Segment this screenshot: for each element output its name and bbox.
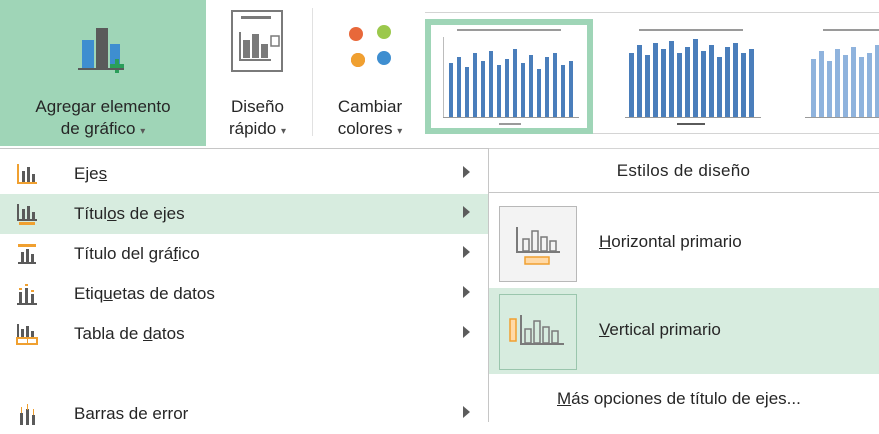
primary-horizontal-label: orizontal primario [611,232,742,251]
menu-item-chart-title[interactable]: Título del gráfico [0,234,488,274]
more-axis-title-options-link[interactable]: Más opciones de título de ejes... [557,389,801,409]
primary-horizontal-option[interactable]: Horizontal primario [489,200,879,286]
chart-style-thumbnail-2[interactable] [611,23,771,130]
chart-styles-gallery [425,12,879,134]
menu-item-data-labels[interactable]: Etiquetas de datos [0,274,488,314]
menu-item-axis-titles-label-rest: s de ejes [116,204,185,223]
menu-item-chart-title-label: Título del grá [74,244,174,263]
submenu-arrow-icon [463,166,470,178]
add-chart-element-label-line1: Agregar elemento [35,97,171,116]
ribbon-divider [312,8,313,136]
chart-styles-group: Estilos de diseño [488,148,879,193]
axis-titles-icon [17,204,37,225]
chart-style-thumbnail-1[interactable] [425,19,593,134]
quick-layout-label-line2: rápido [228,119,277,138]
menu-item-data-table-label: Tabla de [74,324,143,343]
access-key: o [107,204,117,223]
chevron-down-icon: ▾ [397,126,403,137]
error-bars-icon [20,404,35,425]
data-table-icon [16,324,38,345]
access-key: s [98,164,108,183]
chart-style-2-preview [625,29,761,125]
horizontal-axis-title-icon [516,227,560,265]
menu-item-axis-titles-label: Títul [74,204,108,223]
chart-style-thumbnail-3[interactable] [793,23,879,130]
submenu-arrow-icon [463,286,470,298]
primary-vertical-option[interactable]: Vertical primario [489,288,879,374]
menu-item-axes-label: Eje [74,164,99,183]
add-chart-element-label-line2: de gráfico [60,119,136,138]
menu-item-data-table[interactable]: Tabla de datos [0,314,488,354]
menu-item-axis-titles[interactable]: Títulos de ejes [0,194,488,234]
change-colors-button[interactable]: Cambiar colores ▾ [318,0,422,146]
change-colors-label-line2: colores [337,119,393,138]
vertical-axis-title-icon [509,315,564,345]
menu-item-chart-title-label-rest: ico [177,244,200,263]
primary-vertical-label: ertical primario [609,320,721,339]
change-colors-label-line1: Cambiar [337,97,403,116]
axes-icon [17,164,37,184]
access-key: u [103,284,113,303]
add-chart-element-button[interactable]: Agregar elemento de gráfico ▾ [0,0,206,146]
chart-style-3-preview [805,29,879,118]
primary-horizontal-icon-frame [499,206,577,282]
quick-layout-icon [231,10,283,72]
chevron-down-icon: ▾ [140,126,146,137]
submenu-arrow-icon [463,246,470,258]
quick-layout-button[interactable]: Diseño rápido ▾ [209,0,306,146]
access-key: H [599,232,612,251]
access-key: M [557,389,572,408]
color-palette-icon [349,19,391,67]
primary-vertical-icon-frame [499,294,577,370]
quick-layout-label-line1: Diseño [231,97,284,116]
menu-item-axes[interactable]: Ejes [0,154,488,194]
menu-item-data-table-label-rest: atos [152,324,185,343]
chart-styles-group-label: Estilos de diseño [616,161,751,180]
menu-item-data-labels-label-rest: etas de datos [112,284,215,303]
menu-item-error-bars-label: Barras de error [74,404,189,423]
submenu-arrow-icon [463,406,470,418]
menu-item-error-bars[interactable]: Barras de error [0,394,488,434]
add-chart-element-icon [78,28,124,73]
data-labels-icon [17,284,37,305]
chart-tools-ribbon: Agregar elemento de gráfico ▾ Diseño ráp… [0,0,879,148]
menu-item-data-labels-label: Etiq [74,284,104,303]
chart-style-1-preview [443,29,579,125]
chevron-down-icon: ▾ [280,126,287,137]
more-axis-title-options-label: ás opciones de título de ejes... [571,389,801,408]
axis-titles-submenu: Horizontal primario Vertical primario Má… [488,192,879,422]
chart-title-icon [18,244,36,264]
submenu-arrow-icon [463,206,470,218]
add-chart-element-menu: Ejes Títulos de ejes Título del gráfico … [0,148,489,425]
access-key: V [599,320,610,339]
submenu-arrow-icon [463,326,470,338]
